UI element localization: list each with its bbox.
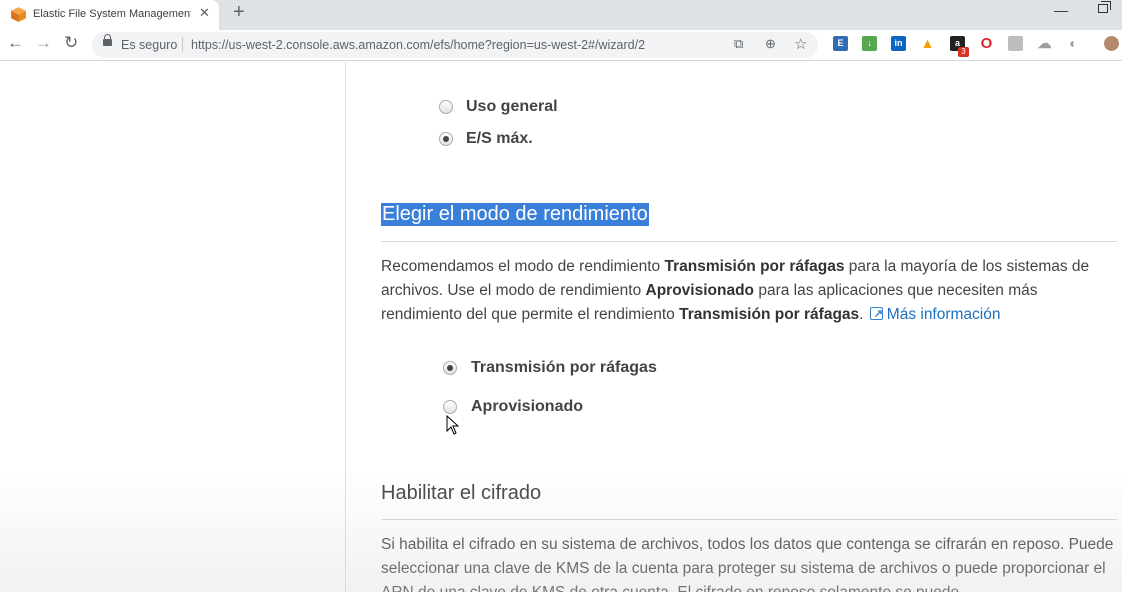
radio-label: Transmisión por ráfagas [471, 359, 657, 376]
throughput-mode-heading: Elegir el modo de rendimiento [381, 203, 649, 226]
external-link-icon[interactable] [869, 302, 883, 326]
perf-mode-general-option[interactable]: Uso general [439, 97, 659, 119]
radio-general-purpose[interactable] [439, 100, 453, 114]
restore-window-icon[interactable] [1098, 1, 1111, 13]
new-tab-icon[interactable]: + [233, 1, 245, 24]
cloud-icon[interactable]: ☁ [1037, 36, 1052, 51]
desc-text: . [859, 306, 864, 323]
more-info-link[interactable]: Más información [887, 306, 1001, 323]
address-bar[interactable]: Es seguro https://us-west-2.console.aws.… [92, 32, 818, 58]
profile-avatar[interactable] [1104, 36, 1119, 51]
tab-bar: Elastic File System Management C ✕ + — [0, 0, 1122, 30]
pdf-extension-icon[interactable] [1008, 36, 1023, 51]
radio-label: E/S máx. [466, 130, 533, 147]
lock-icon [103, 34, 112, 46]
radio-label: Aprovisionado [471, 398, 584, 415]
wizard-content: Uso general E/S máx. Elegir el modo de r… [347, 62, 1122, 592]
radio-max-io[interactable] [439, 132, 453, 146]
radio-provisioned[interactable] [443, 400, 457, 414]
opera-icon[interactable]: O [979, 36, 994, 51]
throughput-provisioned-option[interactable]: Aprovisionado [443, 397, 703, 419]
perf-mode-maxio-option[interactable]: E/S máx. [439, 129, 659, 151]
minimize-window-icon[interactable]: — [1054, 2, 1068, 18]
left-sidebar [0, 62, 346, 592]
throughput-mode-description: Recomendamos el modo de rendimiento Tran… [381, 255, 1121, 327]
extension-icon-2[interactable]: ↓ [862, 36, 877, 51]
browser-toolbar: ← → ↻ Es seguro https://us-west-2.consol… [0, 30, 1122, 61]
forward-arrow-icon[interactable]: → [35, 33, 52, 53]
section-divider [381, 519, 1117, 520]
desc-bold-bursting: Transmisión por ráfagas [679, 306, 860, 323]
throughput-bursting-option[interactable]: Transmisión por ráfagas [443, 358, 703, 380]
desc-text: Recomendamos el modo de rendimiento [381, 258, 665, 275]
secure-label: Es seguro [121, 38, 178, 52]
desc-bold-bursting: Transmisión por ráfagas [664, 258, 845, 275]
back-arrow-icon[interactable]: ← [7, 33, 24, 53]
desc-bold-provisioned: Aprovisionado [645, 282, 755, 299]
mouse-pointer-icon [446, 415, 460, 435]
close-tab-icon[interactable]: ✕ [199, 5, 210, 21]
reload-icon[interactable]: ↻ [64, 33, 78, 53]
section-divider [381, 241, 1117, 242]
linkedin-icon[interactable]: in [891, 36, 906, 51]
encryption-heading: Habilitar el cifrado [381, 482, 542, 504]
radio-label: Uso general [466, 98, 558, 115]
drive-icon[interactable]: ▲ [920, 36, 935, 51]
translate-icon[interactable]: ⧉ [734, 36, 743, 52]
extension-badge: 3 [958, 47, 969, 57]
url-text[interactable]: https://us-west-2.console.aws.amazon.com… [191, 38, 645, 52]
extension-icon-1[interactable]: E [833, 36, 848, 51]
tab-title: Elastic File System Management C [33, 8, 191, 20]
encryption-description: Si habilita el cifrado en su sistema de … [381, 536, 1114, 592]
browser-tab[interactable]: Elastic File System Management C ✕ [0, 0, 219, 30]
bookmark-star-icon[interactable]: ☆ [794, 35, 807, 53]
circle-extension-icon[interactable]: ◐ [1066, 36, 1081, 51]
zoom-icon[interactable]: ⊕ [765, 36, 776, 52]
omnibox-separator [182, 37, 183, 52]
aws-cube-icon [11, 7, 26, 22]
radio-bursting[interactable] [443, 361, 457, 375]
